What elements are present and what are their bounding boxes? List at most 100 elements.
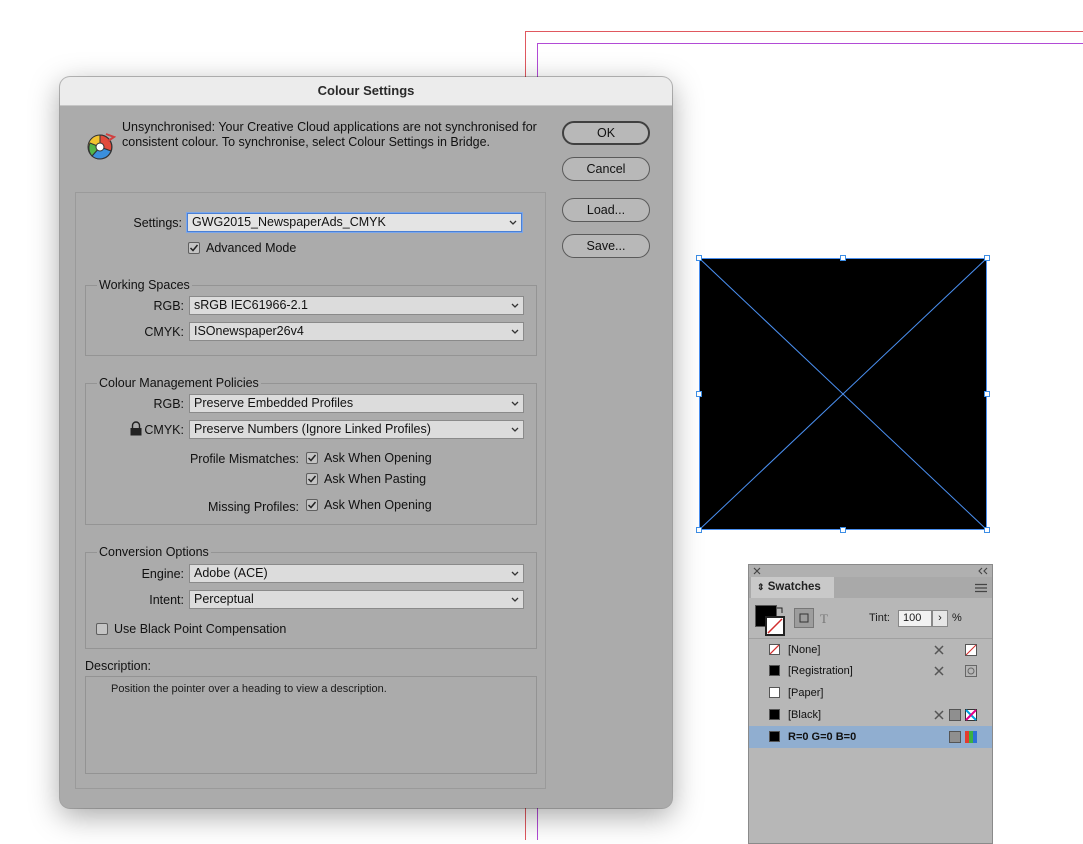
checkmark-icon [189, 244, 199, 252]
frame-handle-br[interactable] [984, 527, 990, 533]
description-label: Description: [85, 659, 151, 673]
advanced-mode-checkbox[interactable] [188, 242, 200, 254]
rgb-mode-icon [965, 731, 977, 743]
panel-header-bar [749, 565, 992, 577]
ask-when-pasting-checkbox[interactable] [306, 473, 318, 485]
description-box: Position the pointer over a heading to v… [85, 676, 537, 774]
panel-menu-icon[interactable] [975, 583, 987, 593]
black-swatch-chip [769, 709, 780, 720]
colour-sync-icon [87, 133, 116, 160]
black-point-compensation-label: Use Black Point Compensation [114, 622, 287, 636]
registration-type-icon [965, 665, 977, 677]
swatch-name: [None] [788, 644, 821, 656]
working-rgb-select[interactable]: sRGB IEC61966-2.1 [189, 296, 524, 315]
settings-select[interactable]: GWG2015_NewspaperAds_CMYK [187, 213, 522, 232]
missing-ask-when-opening-checkbox[interactable] [306, 499, 318, 511]
frame-handle-mr[interactable] [984, 391, 990, 397]
intent-value: Perceptual [194, 592, 254, 606]
swatch-row-none[interactable]: [None] [749, 638, 992, 661]
swap-arrow-icon[interactable] [776, 607, 784, 615]
frame-handle-bl[interactable] [696, 527, 702, 533]
close-icon[interactable] [753, 567, 761, 575]
swatch-row-paper[interactable]: [Paper] [749, 682, 992, 704]
ok-button[interactable]: OK [562, 121, 650, 145]
intent-label: Intent: [149, 593, 184, 607]
checkmark-icon [307, 454, 317, 462]
none-swatch-chip [769, 644, 780, 655]
swatch-name: R=0 G=0 B=0 [788, 731, 857, 743]
collapse-icon[interactable] [978, 567, 988, 575]
tint-input[interactable]: 100 [898, 610, 932, 627]
swatches-panel: ⇕ Swatches T Tint: 100 › % [None] [Regis… [748, 564, 993, 844]
conversion-title: Conversion Options [97, 545, 211, 559]
engine-label: Engine: [141, 567, 184, 581]
cmyk-mode-icon [965, 709, 977, 721]
stroke-swatch-icon[interactable] [765, 616, 785, 636]
dialog-title: Colour Settings [60, 77, 672, 106]
swatch-row-rgb-black[interactable]: R=0 G=0 B=0 [749, 726, 992, 748]
policy-rgb-label: RGB: [153, 397, 184, 411]
frame-handle-tr[interactable] [984, 255, 990, 261]
tint-arrow-button[interactable]: › [932, 610, 948, 627]
margin-guide-top [525, 31, 1083, 32]
swatches-tab-label: Swatches [767, 581, 821, 593]
working-spaces-title: Working Spaces [97, 278, 192, 292]
advanced-mode-label: Advanced Mode [206, 241, 297, 255]
missing-profiles-label: Missing Profiles: [208, 500, 299, 514]
working-cmyk-select[interactable]: ISOnewspaper26v4 [189, 322, 524, 341]
formatting-container-button[interactable] [794, 608, 814, 628]
swatch-row-registration[interactable]: [Registration] [749, 660, 992, 682]
policy-cmyk-select[interactable]: Preserve Numbers (Ignore Linked Profiles… [189, 420, 524, 439]
engine-select[interactable]: Adobe (ACE) [189, 564, 524, 583]
formatting-text-icon[interactable]: T [820, 611, 828, 627]
swatch-row-black[interactable]: [Black] [749, 704, 992, 726]
selected-graphic-frame[interactable] [699, 258, 987, 530]
policy-cmyk-value: Preserve Numbers (Ignore Linked Profiles… [194, 422, 431, 436]
container-icon [799, 613, 809, 623]
sync-status-message: Unsynchronised: Your Creative Cloud appl… [122, 120, 537, 149]
ask-when-opening-checkbox[interactable] [306, 452, 318, 464]
ask-when-opening-label: Ask When Opening [324, 451, 432, 465]
non-editable-icon [934, 645, 944, 655]
non-editable-icon [934, 666, 944, 676]
frame-cross-lines [699, 258, 987, 530]
intent-select[interactable]: Perceptual [189, 590, 524, 609]
chevron-down-icon [511, 597, 519, 602]
working-rgb-label: RGB: [153, 299, 184, 313]
frame-handle-ml[interactable] [696, 391, 702, 397]
non-editable-icon [934, 710, 944, 720]
policy-rgb-select[interactable]: Preserve Embedded Profiles [189, 394, 524, 413]
chevron-down-icon [511, 427, 519, 432]
working-cmyk-label: CMYK: [144, 325, 184, 339]
policies-title: Colour Management Policies [97, 376, 261, 390]
checkmark-icon [307, 501, 317, 509]
tab-updown-icon: ⇕ [757, 582, 765, 592]
black-point-compensation-checkbox[interactable] [96, 623, 108, 635]
tint-percent: % [952, 612, 962, 624]
rgb-black-swatch-chip [769, 731, 780, 742]
working-rgb-value: sRGB IEC61966-2.1 [194, 298, 308, 312]
chevron-down-icon [511, 401, 519, 406]
engine-value: Adobe (ACE) [194, 566, 268, 580]
save-button[interactable]: Save... [562, 234, 650, 258]
policy-rgb-value: Preserve Embedded Profiles [194, 396, 354, 410]
lock-icon [130, 421, 142, 436]
working-cmyk-value: ISOnewspaper26v4 [194, 324, 304, 338]
frame-handle-bc[interactable] [840, 527, 846, 533]
tint-label: Tint: [869, 612, 890, 624]
frame-handle-tc[interactable] [840, 255, 846, 261]
cancel-button[interactable]: Cancel [562, 157, 650, 181]
ask-when-pasting-label: Ask When Pasting [324, 472, 427, 486]
frame-handle-tl[interactable] [696, 255, 702, 261]
chevron-down-icon [511, 303, 519, 308]
settings-select-value: GWG2015_NewspaperAds_CMYK [192, 215, 386, 229]
missing-ask-when-opening-label: Ask When Opening [324, 498, 432, 512]
load-button[interactable]: Load... [562, 198, 650, 222]
colour-settings-dialog: Colour Settings Unsynchronised: Your Cre… [60, 77, 672, 808]
chevron-down-icon [511, 329, 519, 334]
policy-cmyk-label: CMYK: [144, 423, 184, 437]
bleed-guide-top [537, 43, 1083, 44]
swatches-tab[interactable]: ⇕ Swatches [751, 577, 834, 598]
none-type-icon [965, 644, 977, 656]
description-text: Position the pointer over a heading to v… [111, 683, 387, 695]
